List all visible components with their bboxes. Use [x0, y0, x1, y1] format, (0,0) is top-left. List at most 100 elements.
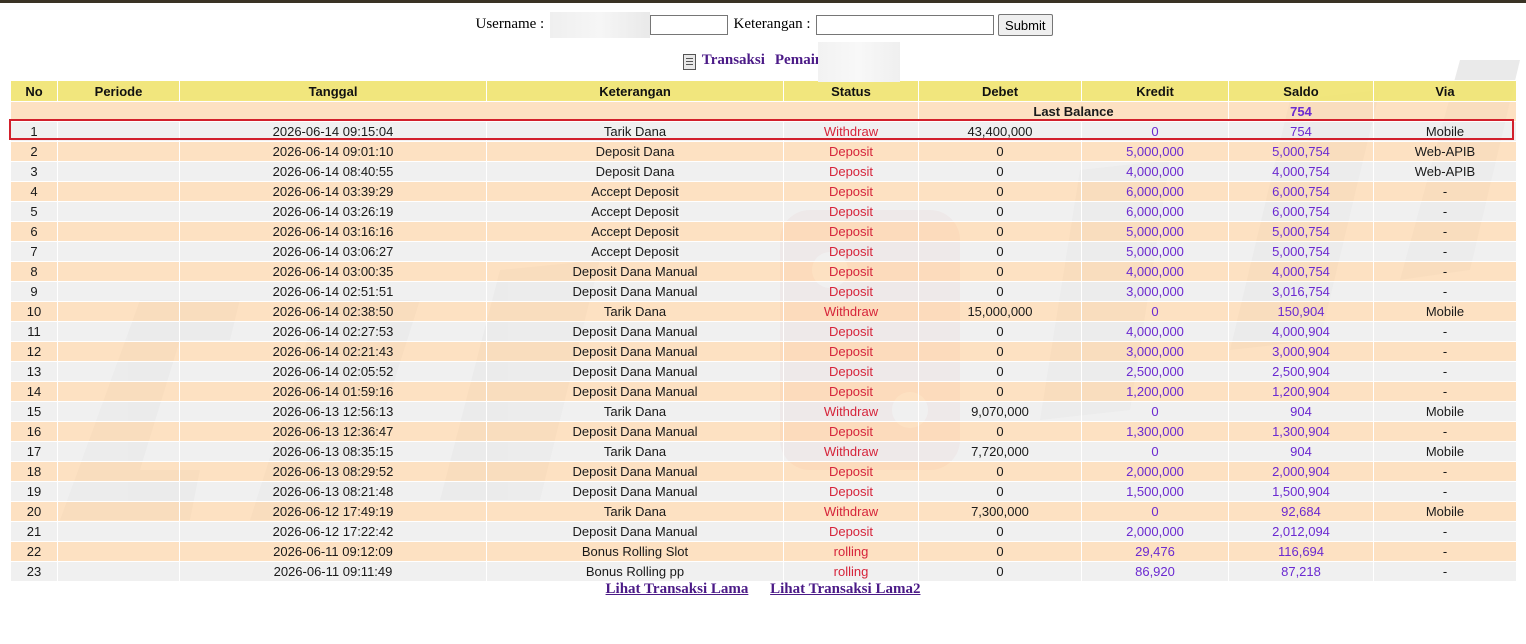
cell-saldo: 904: [1228, 401, 1374, 422]
table-row: 9 2026-06-14 02:51:51 Deposit Dana Manual D…: [10, 281, 1517, 302]
cell-saldo: 4,000,754: [1228, 261, 1374, 282]
cell-keterangan: Deposit Dana Manual: [486, 341, 784, 362]
cell-no: 20: [10, 501, 58, 522]
cell-kredit: 0: [1081, 501, 1229, 522]
cell-via: Web-APIB: [1373, 141, 1517, 162]
cell-no: 3: [10, 161, 58, 182]
cell-via: Mobile: [1373, 501, 1517, 522]
cell-tanggal: 2026-06-14 09:01:10: [179, 141, 487, 162]
cell-tanggal: 2026-06-14 03:39:29: [179, 181, 487, 202]
table-row: 2 2026-06-14 09:01:10 Deposit Dana Deposit 0…: [10, 141, 1517, 162]
cell-saldo: 4,000,904: [1228, 321, 1374, 342]
cell-keterangan: Deposit Dana Manual: [486, 481, 784, 502]
cell-no: 19: [10, 481, 58, 502]
cell-via: -: [1373, 321, 1517, 342]
cell-via: -: [1373, 181, 1517, 202]
link-transaksi-lama[interactable]: Lihat Transaksi Lama: [606, 581, 749, 597]
cell-periode: [57, 441, 180, 462]
last-balance-row: Last Balance 754: [10, 101, 1517, 122]
cell-saldo: 1,500,904: [1228, 481, 1374, 502]
cell-via: -: [1373, 421, 1517, 442]
column-header-saldo: Saldo: [1228, 80, 1374, 102]
cell-tanggal: 2026-06-13 08:35:15: [179, 441, 487, 462]
cell-status: Deposit: [783, 141, 919, 162]
cell-debet: 0: [918, 421, 1082, 442]
cell-via: -: [1373, 281, 1517, 302]
cell-saldo: 5,000,754: [1228, 221, 1374, 242]
cell-keterangan: Accept Deposit: [486, 181, 784, 202]
cell-no: 8: [10, 261, 58, 282]
username-redaction: [549, 12, 650, 38]
link-transaksi-lama2[interactable]: Lihat Transaksi Lama2: [770, 581, 920, 597]
cell-kredit: 4,000,000: [1081, 261, 1229, 282]
table-row: 14 2026-06-14 01:59:16 Deposit Dana Manual…: [10, 381, 1517, 402]
cell-kredit: 86,920: [1081, 561, 1229, 582]
cell-no: 9: [10, 281, 58, 302]
cell-debet: 0: [918, 181, 1082, 202]
cell-status: Deposit: [783, 221, 919, 242]
cell-keterangan: Deposit Dana: [486, 141, 784, 162]
cell-keterangan: Deposit Dana Manual: [486, 361, 784, 382]
cell-tanggal: 2026-06-14 03:06:27: [179, 241, 487, 262]
cell-periode: [57, 141, 180, 162]
cell-tanggal: 2026-06-11 09:12:09: [179, 541, 487, 562]
transaction-table: No Periode Tanggal Keterangan Status Debet Kre…: [10, 80, 1517, 582]
cell-debet: 0: [918, 481, 1082, 502]
cell-periode: [57, 161, 180, 182]
cell-saldo: 5,000,754: [1228, 241, 1374, 262]
cell-tanggal: 2026-06-14 02:27:53: [179, 321, 487, 342]
cell-status: Deposit: [783, 481, 919, 502]
cell-keterangan: Tarik Dana: [486, 401, 784, 422]
cell-no: 7: [10, 241, 58, 262]
table-row: 13 2026-06-14 02:05:52 Deposit Dana Manual…: [10, 361, 1517, 382]
cell-periode: [57, 361, 180, 382]
cell-periode: [57, 461, 180, 482]
cell-tanggal: 2026-06-14 02:21:43: [179, 341, 487, 362]
cell-periode: [57, 201, 180, 222]
cell-debet: 0: [918, 381, 1082, 402]
cell-periode: [57, 321, 180, 342]
cell-periode: [57, 181, 180, 202]
table-row: 18 2026-06-13 08:29:52 Deposit Dana Manual…: [10, 461, 1517, 482]
cell-status: Deposit: [783, 421, 919, 442]
cell-saldo: 6,000,754: [1228, 201, 1374, 222]
cell-via: -: [1373, 481, 1517, 502]
cell-via: -: [1373, 341, 1517, 362]
table-row: 15 2026-06-13 12:56:13 Tarik Dana Withdraw 9…: [10, 401, 1517, 422]
cell-saldo: 87,218: [1228, 561, 1374, 582]
table-row: 3 2026-06-14 08:40:55 Deposit Dana Deposit 0…: [10, 161, 1517, 182]
cell-debet: 0: [918, 561, 1082, 582]
keterangan-input[interactable]: [816, 15, 995, 35]
cell-periode: [57, 481, 180, 502]
cell-periode: [57, 281, 180, 302]
username-input[interactable]: [649, 15, 728, 35]
cell-saldo: 150,904: [1228, 301, 1374, 322]
column-header-debet: Debet: [918, 80, 1082, 102]
cell-keterangan: Accept Deposit: [486, 221, 784, 242]
cell-periode: [57, 561, 180, 582]
cell-status: Withdraw: [783, 441, 919, 462]
cell-status: Deposit: [783, 341, 919, 362]
cell-via: -: [1373, 381, 1517, 402]
cell-kredit: 5,000,000: [1081, 241, 1229, 262]
cell-status: Deposit: [783, 361, 919, 382]
cell-debet: 0: [918, 141, 1082, 162]
cell-periode: [57, 121, 180, 142]
cell-via: -: [1373, 461, 1517, 482]
last-balance-label: Last Balance: [918, 101, 1229, 122]
cell-tanggal: 2026-06-13 08:21:48: [179, 481, 487, 502]
cell-tanggal: 2026-06-13 12:56:13: [179, 401, 487, 422]
cell-periode: [57, 521, 180, 542]
cell-via: Mobile: [1373, 401, 1517, 422]
cell-keterangan: Deposit Dana Manual: [486, 521, 784, 542]
cell-status: Withdraw: [783, 121, 919, 142]
cell-tanggal: 2026-06-12 17:22:42: [179, 521, 487, 542]
submit-button[interactable]: Submit: [998, 14, 1053, 36]
column-header-status: Status: [783, 80, 919, 102]
cell-saldo: 6,000,754: [1228, 181, 1374, 202]
table-row: 4 2026-06-14 03:39:29 Accept Deposit Deposi…: [10, 181, 1517, 202]
cell-tanggal: 2026-06-13 12:36:47: [179, 421, 487, 442]
table-row: 8 2026-06-14 03:00:35 Deposit Dana Manual D…: [10, 261, 1517, 282]
cell-keterangan: Accept Deposit: [486, 241, 784, 262]
cell-debet: 0: [918, 201, 1082, 222]
